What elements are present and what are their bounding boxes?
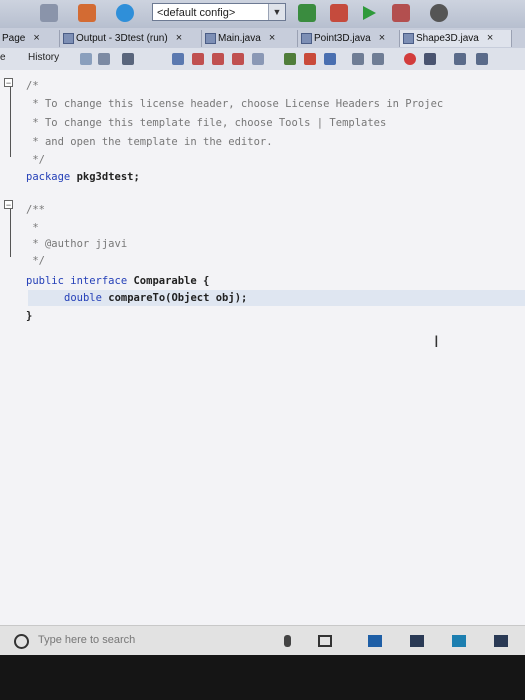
visual-studio-icon[interactable] [452, 635, 466, 647]
code-line: * and open the template in the editor. [26, 136, 273, 148]
shift-right-icon[interactable] [372, 53, 384, 65]
java-file-icon [403, 33, 414, 44]
tab-main-java[interactable]: Main.java × [202, 30, 298, 47]
cortana-icon[interactable] [14, 634, 29, 649]
file-explorer-icon[interactable] [410, 635, 424, 647]
tab-label: Main.java [218, 33, 261, 44]
close-icon[interactable]: × [269, 32, 275, 44]
code-line: */ [26, 154, 45, 166]
redo-icon[interactable] [116, 4, 134, 22]
editor-toolbar: e History [0, 48, 525, 71]
monitor-bezel [0, 655, 525, 700]
tab-output[interactable]: Output - 3Dtest (run) × [60, 30, 202, 47]
clean-build-icon[interactable] [330, 4, 348, 22]
code-line: /* [26, 80, 39, 92]
tab-page[interactable]: Page × [0, 30, 60, 47]
code-line: /** [26, 204, 45, 216]
code-line: */ [26, 255, 45, 267]
close-icon[interactable]: × [379, 32, 385, 44]
config-select[interactable]: <default config> ▼ [152, 3, 286, 21]
hammer-icon[interactable] [298, 4, 316, 22]
java-file-icon [301, 33, 312, 44]
code-line: double compareTo(Object obj); [64, 292, 248, 304]
screen: <default config> ▼ Page × Output - 3Dtest… [0, 0, 525, 700]
output-icon [63, 33, 74, 44]
code-line: * To change this license header, choose … [26, 98, 444, 110]
fold-guide [10, 87, 11, 157]
toggle-highlight-icon[interactable] [252, 53, 264, 65]
code-line: * @author jjavi [26, 238, 128, 250]
app-icon[interactable] [494, 635, 508, 647]
stop-macro-icon[interactable] [424, 53, 436, 65]
shift-left-icon[interactable] [352, 53, 364, 65]
main-toolbar: <default config> ▼ [0, 0, 525, 29]
next-bookmark-icon[interactable] [304, 53, 316, 65]
prev-bookmark-icon[interactable] [284, 53, 296, 65]
taskbar: Type here to search [0, 625, 525, 656]
code-line: public interface Comparable { [26, 275, 210, 287]
new-file-icon[interactable] [40, 4, 58, 22]
close-icon[interactable]: × [176, 32, 182, 44]
find-icon[interactable] [172, 53, 184, 65]
tab-point3d-java[interactable]: Point3D.java × [298, 30, 400, 47]
code-editor[interactable]: − − /* * To change this license header, … [0, 70, 525, 625]
tab-label: Output - 3Dtest (run) [76, 33, 168, 44]
close-icon[interactable]: × [487, 32, 493, 44]
undo-icon[interactable] [78, 4, 96, 22]
close-icon[interactable]: × [33, 32, 39, 44]
find-selection-icon[interactable] [232, 53, 244, 65]
back-icon[interactable] [98, 53, 110, 65]
find-next-icon[interactable] [212, 53, 224, 65]
text-cursor-icon: I [434, 332, 439, 351]
java-file-icon [205, 33, 216, 44]
find-prev-icon[interactable] [192, 53, 204, 65]
code-line: * To change this template file, choose T… [26, 117, 387, 129]
editor-tab-bar: Page × Output - 3Dtest (run) × Main.java × … [0, 28, 525, 49]
uncomment-icon[interactable] [476, 53, 488, 65]
forward-icon[interactable] [122, 53, 134, 65]
comment-icon[interactable] [454, 53, 466, 65]
toggle-bookmark-icon[interactable] [324, 53, 336, 65]
profile-icon[interactable] [430, 4, 448, 22]
config-select-value: <default config> [157, 7, 236, 19]
tab-label: Page [2, 33, 26, 44]
tab-shape3d-java[interactable]: Shape3D.java × [400, 30, 512, 47]
history-tab[interactable]: History [28, 52, 59, 63]
chevron-down-icon[interactable]: ▼ [268, 4, 285, 20]
taskbar-search-input[interactable]: Type here to search [38, 634, 135, 646]
source-tab[interactable]: e [0, 52, 6, 63]
fold-toggle-icon[interactable]: − [4, 200, 13, 210]
tab-label: Point3D.java [314, 33, 371, 44]
microphone-icon[interactable] [284, 635, 291, 647]
fold-guide [10, 209, 11, 257]
code-line: package pkg3dtest; [26, 171, 140, 183]
debug-icon[interactable] [392, 4, 410, 22]
code-line: } [26, 310, 33, 322]
tab-label: Shape3D.java [416, 33, 479, 44]
last-edit-icon[interactable] [80, 53, 92, 65]
code-line: * [26, 222, 39, 234]
start-macro-icon[interactable] [404, 53, 416, 65]
run-icon[interactable] [360, 4, 378, 22]
task-view-icon[interactable] [318, 635, 332, 647]
store-icon[interactable] [368, 635, 382, 647]
fold-toggle-icon[interactable]: − [4, 78, 13, 88]
